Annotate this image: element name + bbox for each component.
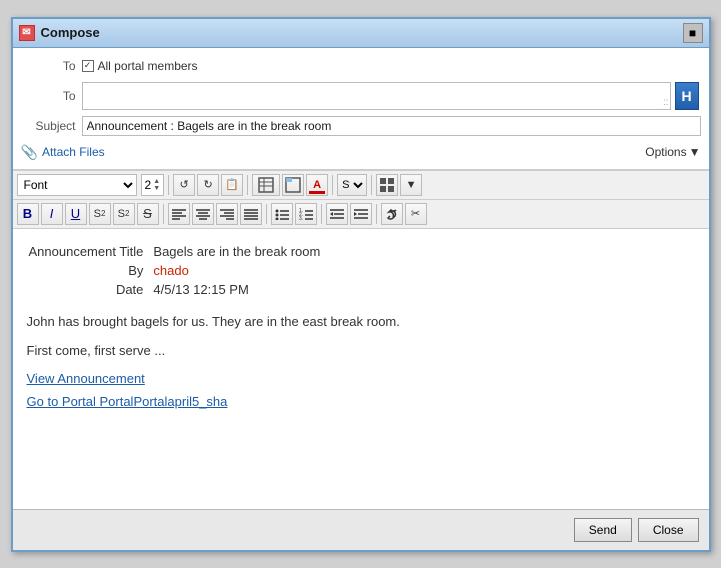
title-bar: ✉ Compose ■ — [13, 19, 709, 48]
attach-files-button[interactable]: 📎 Attach Files — [21, 144, 105, 161]
all-members-checkbox[interactable]: ✓ — [82, 60, 94, 72]
options-button[interactable]: Options ▼ — [645, 145, 700, 159]
font-family-select[interactable]: Font — [17, 174, 137, 196]
align-right-button[interactable] — [216, 203, 238, 225]
ann-title-row: Announcement Title Bagels are in the bre… — [29, 243, 329, 260]
table-insert-button[interactable] — [252, 174, 280, 196]
view-announcement-link[interactable]: View Announcement — [27, 371, 695, 386]
ann-date-row: Date 4/5/13 12:15 PM — [29, 281, 329, 298]
paste-button[interactable]: 📋 — [221, 174, 243, 196]
drag-handle: :: — [663, 97, 669, 108]
h-button[interactable]: H — [675, 82, 699, 110]
attach-row: 📎 Attach Files Options ▼ — [21, 142, 701, 163]
font-size-box: 2 ▲ ▼ — [141, 174, 165, 196]
indent-button[interactable] — [350, 203, 372, 225]
font-color-button[interactable]: A — [306, 174, 328, 196]
ann-title-value: Bagels are in the break room — [153, 243, 328, 260]
ann-title-label: Announcement Title — [29, 243, 152, 260]
options-arrow-icon: ▼ — [689, 145, 701, 159]
separator-7 — [321, 204, 322, 224]
superscript-button[interactable]: S2 — [113, 203, 135, 225]
italic-button[interactable]: I — [41, 203, 63, 225]
outdent-button[interactable] — [326, 203, 348, 225]
styles-select[interactable]: Styles — [338, 178, 366, 192]
underline-button[interactable]: U — [65, 203, 87, 225]
send-button[interactable]: Send — [574, 518, 632, 542]
svg-text:3.: 3. — [299, 216, 303, 220]
subject-row: Subject — [21, 114, 701, 138]
title-bar-left: ✉ Compose — [19, 25, 100, 41]
window-title: Compose — [41, 25, 100, 40]
styles-dropdown-button[interactable]: Styles — [337, 174, 367, 196]
insert-link-button[interactable] — [381, 203, 403, 225]
footer: Send Close — [13, 509, 709, 550]
close-button[interactable]: Close — [638, 518, 699, 542]
align-justify-button[interactable] — [240, 203, 262, 225]
insert-grid-button[interactable] — [376, 174, 398, 196]
bold-button[interactable]: B — [17, 203, 39, 225]
to2-label: To — [21, 89, 76, 103]
font-color-icon: A — [313, 179, 321, 191]
subscript-button[interactable]: S2 — [89, 203, 111, 225]
redo-button[interactable]: ↻ — [197, 174, 219, 196]
paperclip-icon: 📎 — [21, 144, 38, 161]
separator-6 — [266, 204, 267, 224]
to-input-box: :: — [82, 82, 671, 110]
undo-button[interactable]: ↺ — [173, 174, 195, 196]
toolbar-row-1: Font 2 ▲ ▼ ↺ ↻ 📋 A Styles — [13, 170, 709, 200]
separator-1 — [168, 175, 169, 195]
ann-by-value: chado — [153, 262, 328, 279]
ordered-list-button[interactable]: 1.2.3. — [295, 203, 317, 225]
font-select-group: Font — [17, 174, 139, 196]
to-row-2: To :: H — [21, 82, 701, 110]
strikethrough-button[interactable]: S — [137, 203, 159, 225]
to-row-1: To ✓ All portal members — [21, 54, 701, 78]
to-label: To — [21, 59, 76, 73]
close-window-button[interactable]: ■ — [683, 23, 703, 43]
separator-2 — [247, 175, 248, 195]
more-button[interactable]: ▼ — [400, 174, 422, 196]
table-props-button[interactable] — [282, 174, 304, 196]
body-text-1: John has brought bagels for us. They are… — [27, 312, 695, 332]
font-size-value: 2 — [145, 178, 152, 192]
separator-8 — [376, 204, 377, 224]
size-up-icon: ▲ — [153, 178, 160, 185]
body-text-2: First come, first serve ... — [27, 341, 695, 361]
compose-window: ✉ Compose ■ To ✓ All portal members To :… — [11, 17, 711, 552]
ann-by-row: By chado — [29, 262, 329, 279]
subject-input[interactable] — [82, 116, 701, 136]
form-area: To ✓ All portal members To :: H Subject … — [13, 48, 709, 170]
content-area: Announcement Title Bagels are in the bre… — [13, 229, 709, 509]
ann-by-label: By — [29, 262, 152, 279]
font-size-stepper[interactable]: ▲ ▼ — [153, 178, 160, 192]
size-down-icon: ▼ — [153, 185, 160, 192]
unordered-list-button[interactable] — [271, 203, 293, 225]
to-input-wrapper: :: H — [82, 82, 671, 110]
toolbar-row-2: B I U S2 S2 S 1.2.3. — [13, 200, 709, 229]
ann-date-label: Date — [29, 281, 152, 298]
to-all-members-line: ✓ All portal members — [82, 59, 198, 73]
separator-4 — [371, 175, 372, 195]
remove-link-button[interactable]: ✂ — [405, 203, 427, 225]
font-color-underline — [309, 191, 325, 194]
align-left-button[interactable] — [168, 203, 190, 225]
go-to-portal-link[interactable]: Go to Portal PortalPortalapril5_sha — [27, 394, 695, 409]
ann-date-value: 4/5/13 12:15 PM — [153, 281, 328, 298]
author-link[interactable]: chado — [153, 263, 188, 278]
title-icon: ✉ — [19, 25, 35, 41]
all-members-text: All portal members — [98, 59, 198, 73]
options-label: Options — [645, 145, 686, 159]
subject-label: Subject — [21, 119, 76, 133]
attach-label: Attach Files — [42, 145, 105, 159]
announcement-details-table: Announcement Title Bagels are in the bre… — [27, 241, 331, 300]
separator-3 — [332, 175, 333, 195]
align-center-button[interactable] — [192, 203, 214, 225]
separator-5 — [163, 204, 164, 224]
